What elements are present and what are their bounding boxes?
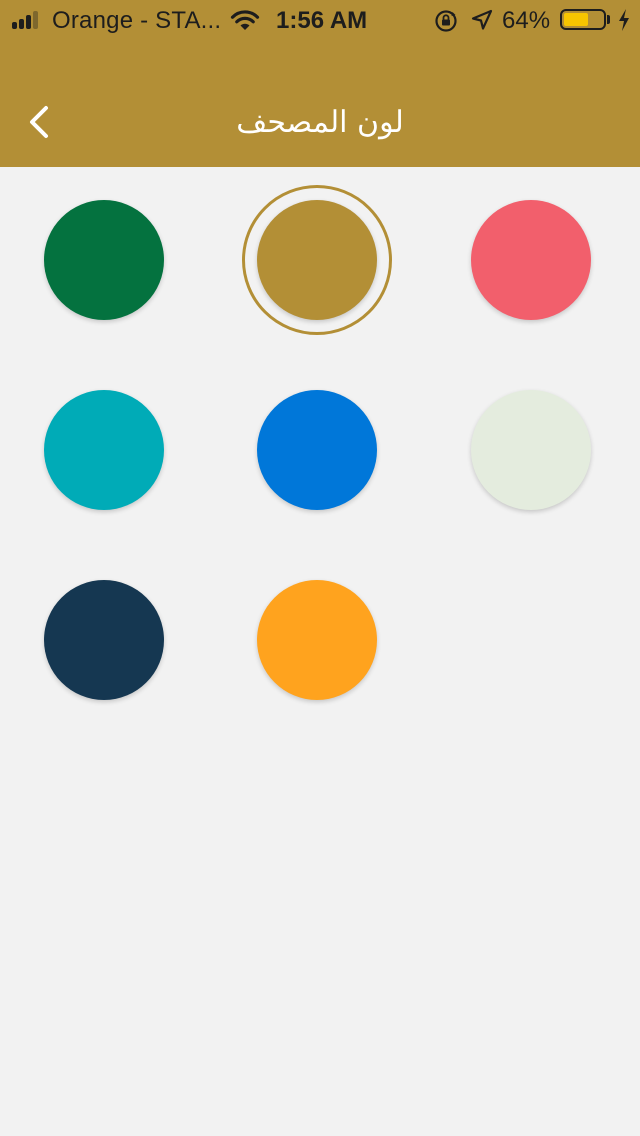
color-swatch bbox=[44, 390, 164, 510]
battery-icon bbox=[560, 9, 606, 30]
color-swatch bbox=[44, 200, 164, 320]
color-swatch bbox=[257, 580, 377, 700]
battery-level-fill bbox=[564, 13, 589, 26]
rotation-lock-icon bbox=[434, 9, 458, 40]
color-swatch-button[interactable] bbox=[29, 375, 179, 525]
signal-icon bbox=[12, 11, 46, 29]
color-swatch-button[interactable] bbox=[29, 565, 179, 715]
wifi-icon bbox=[229, 8, 261, 39]
color-swatch bbox=[257, 390, 377, 510]
color-swatch-button[interactable] bbox=[242, 185, 392, 335]
color-swatch bbox=[471, 390, 591, 510]
charging-bolt-icon bbox=[617, 8, 631, 39]
carrier-name: Orange - STA... bbox=[52, 7, 222, 34]
color-swatch-button[interactable] bbox=[242, 565, 392, 715]
color-swatch-button[interactable] bbox=[242, 375, 392, 525]
back-button[interactable] bbox=[18, 98, 62, 148]
color-swatch-button[interactable] bbox=[456, 185, 606, 335]
status-time: 1:56 AM bbox=[276, 7, 368, 34]
color-swatch-button[interactable] bbox=[456, 375, 606, 525]
color-swatch bbox=[44, 580, 164, 700]
color-swatch bbox=[471, 200, 591, 320]
header-bar: Orange - STA... 1:56 AM 64% لون المصحف bbox=[0, 0, 640, 167]
page-title: لون المصحف bbox=[236, 105, 404, 140]
location-icon bbox=[471, 9, 493, 38]
color-swatch-grid bbox=[0, 167, 640, 1136]
battery-percent: 64% bbox=[502, 7, 551, 34]
status-bar: Orange - STA... 1:56 AM 64% bbox=[0, 0, 640, 40]
chevron-left-icon bbox=[30, 106, 48, 138]
color-swatch-button[interactable] bbox=[29, 185, 179, 335]
battery-tip bbox=[607, 15, 610, 24]
color-swatch bbox=[257, 200, 377, 320]
